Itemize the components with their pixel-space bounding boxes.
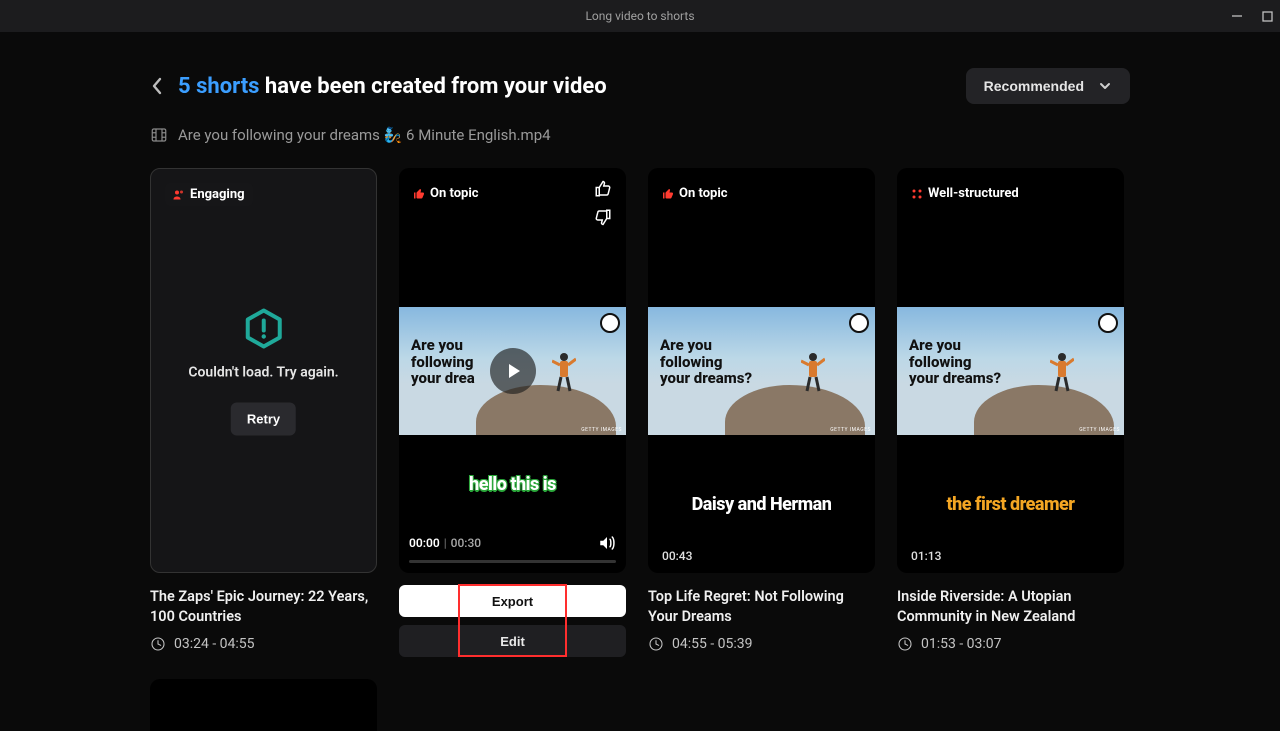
thumbs-down-button[interactable] <box>594 208 612 226</box>
shorts-count: 5 shorts <box>178 74 259 99</box>
caption-text: hello this is <box>469 474 556 495</box>
video-watermark-icon <box>849 313 869 333</box>
short-thumbnail[interactable]: On topic Are you following your dreams? … <box>648 168 875 573</box>
title-rest: have been created from your video <box>259 74 606 99</box>
preview-area: Are you following your dreams? GETTY IMA… <box>897 168 1124 573</box>
error-text: Couldn't load. Try again. <box>162 364 365 380</box>
getty-credit: GETTY IMAGES <box>1079 427 1120 433</box>
short-card: Engaging Couldn't load. Try again. Retry… <box>150 168 377 657</box>
vote-controls <box>594 180 612 226</box>
source-file-row: Are you following your dreams 🧞 6 Minute… <box>150 126 1130 144</box>
video-frame: Are you following your dreams? GETTY IMA… <box>897 307 1124 435</box>
time-range-row: 01:53 - 03:07 <box>897 636 1124 652</box>
short-card-active: On topic Are you following your drea <box>399 168 626 657</box>
maximize-button[interactable] <box>1260 9 1274 23</box>
short-card: On topic Are you following your dreams? … <box>648 168 875 657</box>
progress-bar[interactable] <box>409 560 616 563</box>
structure-icon <box>911 188 923 200</box>
frame-text: Are you following your drea <box>411 337 475 387</box>
badge-label: On topic <box>679 186 728 201</box>
duration: 00:30 <box>451 536 481 550</box>
time-range-row: 04:55 - 05:39 <box>648 636 875 652</box>
badge-label: Well-structured <box>928 186 1019 201</box>
error-state: Couldn't load. Try again. Retry <box>162 306 365 435</box>
getty-credit: GETTY IMAGES <box>581 427 622 433</box>
sort-dropdown[interactable]: Recommended <box>966 68 1130 104</box>
short-thumbnail-error: Engaging Couldn't load. Try again. Retry <box>150 168 377 573</box>
time-range: 03:24 - 04:55 <box>174 636 255 652</box>
back-button[interactable] <box>150 76 164 96</box>
clock-icon <box>150 636 166 652</box>
chevron-down-icon <box>1098 79 1112 93</box>
sort-label: Recommended <box>984 78 1084 94</box>
caption-text: Daisy and Herman <box>692 494 832 515</box>
quality-badge: Well-structured <box>911 182 1019 205</box>
video-frame: Are you following your dreams? GETTY IMA… <box>648 307 875 435</box>
time-range-row: 03:24 - 04:55 <box>150 636 377 652</box>
short-title: Inside Riverside: A Utopian Community in… <box>897 587 1124 626</box>
quality-badge: Engaging <box>165 183 253 206</box>
shorts-grid: Engaging Couldn't load. Try again. Retry… <box>150 168 1130 731</box>
badge-label: Engaging <box>190 187 245 202</box>
export-button[interactable]: Export <box>399 585 626 617</box>
clip-length: 01:13 <box>911 549 941 563</box>
play-button[interactable] <box>490 348 536 394</box>
header-left: 5 shorts have been created from your vid… <box>150 74 607 99</box>
short-title: Top Life Regret: Not Following Your Drea… <box>648 587 875 626</box>
clip-length: 00:43 <box>662 549 692 563</box>
thumbs-up-button[interactable] <box>594 180 612 198</box>
volume-button[interactable] <box>598 534 616 552</box>
caption-text: the first dreamer <box>947 494 1075 515</box>
caption-area: hello this is <box>399 435 626 534</box>
retry-button[interactable]: Retry <box>231 402 296 435</box>
getty-credit: GETTY IMAGES <box>830 427 871 433</box>
quality-badge: On topic <box>413 182 479 205</box>
current-time: 00:00 <box>409 536 440 550</box>
short-card <box>150 679 377 731</box>
alert-icon <box>242 306 286 350</box>
clock-icon <box>648 636 664 652</box>
short-thumbnail[interactable] <box>150 679 377 731</box>
badge-label: On topic <box>430 186 479 201</box>
short-card: Well-structured Are you following your d… <box>897 168 1124 657</box>
window-title: Long video to shorts <box>585 9 694 23</box>
minimize-button[interactable] <box>1230 9 1244 23</box>
film-icon <box>150 126 168 144</box>
player-controls: 00:00|00:30 <box>399 534 626 560</box>
short-title: The Zaps' Epic Journey: 22 Years, 100 Co… <box>150 587 377 626</box>
frame-text: Are you following your dreams? <box>909 337 1001 387</box>
time-display: 00:00|00:30 <box>409 536 481 550</box>
video-watermark-icon <box>1098 313 1118 333</box>
short-thumbnail[interactable]: On topic Are you following your drea <box>399 168 626 573</box>
clock-icon <box>897 636 913 652</box>
time-range: 04:55 - 05:39 <box>672 636 753 652</box>
source-file-name: Are you following your dreams 🧞 6 Minute… <box>178 126 551 144</box>
page-title: 5 shorts have been created from your vid… <box>178 74 607 99</box>
quality-badge: On topic <box>662 182 728 205</box>
titlebar: Long video to shorts <box>0 0 1280 32</box>
short-thumbnail[interactable]: Well-structured Are you following your d… <box>897 168 1124 573</box>
video-frame: Are you following your drea GETTY IMAGES <box>399 307 626 435</box>
thumbs-up-icon <box>662 188 674 200</box>
thumbs-up-icon <box>413 188 425 200</box>
window-controls <box>1230 0 1274 32</box>
preview-area: Are you following your dreams? GETTY IMA… <box>648 168 875 573</box>
header-row: 5 shorts have been created from your vid… <box>150 68 1130 104</box>
main-content: 5 shorts have been created from your vid… <box>0 32 1280 731</box>
time-range: 01:53 - 03:07 <box>921 636 1002 652</box>
video-watermark-icon <box>600 313 620 333</box>
preview-area: Are you following your drea GETTY IMAGES… <box>399 168 626 534</box>
frame-text: Are you following your dreams? <box>660 337 752 387</box>
edit-button[interactable]: Edit <box>399 625 626 657</box>
engaging-icon <box>173 189 185 201</box>
